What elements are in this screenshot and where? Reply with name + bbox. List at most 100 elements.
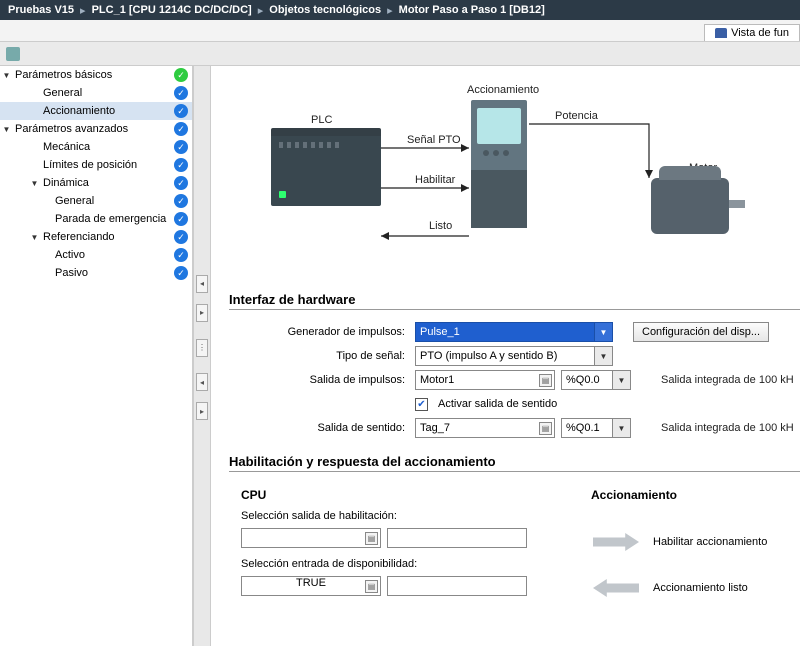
enable-output-tag-input[interactable]: ▤ xyxy=(241,528,381,548)
enable-section-title: Habilitación y respuesta del accionamien… xyxy=(229,452,800,472)
crumb-db[interactable]: Motor Paso a Paso 1 [DB12] xyxy=(399,4,545,16)
tab-row: Vista de fun xyxy=(0,20,800,42)
toolbar xyxy=(0,42,800,66)
tree-toggle-icon xyxy=(42,215,51,224)
splitter-expand-icon[interactable]: ▸ xyxy=(196,304,208,322)
dir-output-checkbox[interactable]: ✔ xyxy=(415,398,428,411)
status-done-icon: ✓ xyxy=(174,140,188,154)
tree-toggle-icon xyxy=(42,251,51,260)
signal-type-label: Tipo de señal: xyxy=(229,350,409,362)
tree-item-activo[interactable]: Activo✓ xyxy=(0,246,192,264)
pulse-out-note: Salida integrada de 100 kH xyxy=(661,374,794,386)
tab-icon xyxy=(715,28,727,38)
tag-picker-icon[interactable]: ▤ xyxy=(365,532,378,545)
ready-input-label: Selección entrada de disponibilidad: xyxy=(241,558,559,570)
tree-item-label: Mecánica xyxy=(43,141,174,153)
tree-toggle-icon: ▼ xyxy=(2,125,11,134)
dir-output-check-label: Activar salida de sentido xyxy=(438,398,557,410)
tree-toggle-icon: ▼ xyxy=(2,71,11,80)
tree-item-din-mica[interactable]: ▼ Dinámica✓ xyxy=(0,174,192,192)
status-done-icon: ✓ xyxy=(174,122,188,136)
tree-item-label: Dinámica xyxy=(43,177,174,189)
tree-item-pasivo[interactable]: Pasivo✓ xyxy=(0,264,192,282)
drive-diagram: PLC Accionamiento Potencia Motor Señal P… xyxy=(229,78,789,278)
pulse-out-tag-input[interactable]: Motor1▤ xyxy=(415,370,555,390)
tab-label: Vista de fun xyxy=(731,27,789,39)
splitter-expand2-icon[interactable]: ▸ xyxy=(196,402,208,420)
ready-input-addr-input[interactable] xyxy=(387,576,527,596)
tree-toggle-icon xyxy=(30,143,39,152)
chevron-down-icon: ▼ xyxy=(612,371,630,389)
pulse-out-label: Salida de impulsos: xyxy=(229,374,409,386)
chevron-down-icon: ▼ xyxy=(594,323,612,341)
status-ok-icon: ✓ xyxy=(174,68,188,82)
content-area: PLC Accionamiento Potencia Motor Señal P… xyxy=(211,66,800,646)
tree-item-label: Parada de emergencia xyxy=(55,213,174,225)
status-done-icon: ✓ xyxy=(174,266,188,280)
tree-item-par-metros-avanzados[interactable]: ▼ Parámetros avanzados✓ xyxy=(0,120,192,138)
tree-toggle-icon: ▼ xyxy=(30,179,39,188)
tree-item-general[interactable]: General✓ xyxy=(0,192,192,210)
tree-item-label: Límites de posición xyxy=(43,159,174,171)
splitter-grip-icon[interactable]: ⋮ xyxy=(196,339,208,357)
tree-item-label: Parámetros básicos xyxy=(15,69,174,81)
tree-toggle-icon xyxy=(42,269,51,278)
tree-item-label: Referenciando xyxy=(43,231,174,243)
tree-toggle-icon xyxy=(42,197,51,206)
tree-toggle-icon xyxy=(30,107,39,116)
status-done-icon: ✓ xyxy=(174,230,188,244)
splitter-collapse-icon[interactable]: ◂ xyxy=(196,275,208,293)
tree-item-label: Parámetros avanzados xyxy=(15,123,174,135)
tree-item-label: General xyxy=(55,195,174,207)
chevron-down-icon: ▼ xyxy=(594,347,612,365)
status-done-icon: ✓ xyxy=(174,194,188,208)
tree-item-label: Activo xyxy=(55,249,174,261)
tree-toggle-icon xyxy=(30,89,39,98)
enable-output-label: Selección salida de habilitación: xyxy=(241,510,559,522)
toolbar-icon-1[interactable] xyxy=(6,47,20,61)
tag-picker-icon[interactable]: ▤ xyxy=(539,422,552,435)
hw-section-title: Interfaz de hardware xyxy=(229,290,800,310)
ready-input-tag-input[interactable]: TRUE▤ xyxy=(241,576,381,596)
splitter-collapse2-icon[interactable]: ◂ xyxy=(196,373,208,391)
tree-item-mec-nica[interactable]: Mecánica✓ xyxy=(0,138,192,156)
tab-function-view[interactable]: Vista de fun xyxy=(704,24,800,41)
tree-item-accionamiento[interactable]: Accionamiento✓ xyxy=(0,102,192,120)
status-done-icon: ✓ xyxy=(174,248,188,262)
dir-out-note: Salida integrada de 100 kH xyxy=(661,422,794,434)
dir-out-label: Salida de sentido: xyxy=(229,422,409,434)
tree-item-par-metros-b-sicos[interactable]: ▼ Parámetros básicos✓ xyxy=(0,66,192,84)
dir-out-addr-select[interactable]: %Q0.1▼ xyxy=(561,418,631,438)
tree-item-referenciando[interactable]: ▼ Referenciando✓ xyxy=(0,228,192,246)
tree-item-parada-de-emergencia[interactable]: Parada de emergencia✓ xyxy=(0,210,192,228)
status-done-icon: ✓ xyxy=(174,104,188,118)
crumb-techobj[interactable]: Objetos tecnológicos xyxy=(269,4,381,16)
signal-type-select[interactable]: PTO (impulso A y sentido B)▼ xyxy=(415,346,613,366)
pulse-gen-label: Generador de impulsos: xyxy=(229,326,409,338)
drive-header: Accionamiento xyxy=(591,488,800,502)
dir-out-tag-input[interactable]: Tag_7▤ xyxy=(415,418,555,438)
cpu-header: CPU xyxy=(241,488,559,502)
status-done-icon: ✓ xyxy=(174,86,188,100)
nav-tree[interactable]: ▼Parámetros básicos✓General✓Accionamient… xyxy=(0,66,193,646)
status-done-icon: ✓ xyxy=(174,212,188,226)
device-config-button[interactable]: Configuración del disp... xyxy=(633,322,769,342)
status-done-icon: ✓ xyxy=(174,158,188,172)
tag-picker-icon[interactable]: ▤ xyxy=(365,580,378,593)
tree-toggle-icon xyxy=(30,161,39,170)
tree-toggle-icon: ▼ xyxy=(30,233,39,242)
tree-item-label: Pasivo xyxy=(55,267,174,279)
tree-item-label: General xyxy=(43,87,174,99)
pulse-out-addr-select[interactable]: %Q0.0▼ xyxy=(561,370,631,390)
pulse-generator-select[interactable]: Pulse_1▼ xyxy=(415,322,613,342)
status-done-icon: ✓ xyxy=(174,176,188,190)
splitter[interactable]: ◂ ▸ ⋮ ◂ ▸ xyxy=(193,66,211,646)
tree-item-general[interactable]: General✓ xyxy=(0,84,192,102)
enable-output-addr-input[interactable] xyxy=(387,528,527,548)
chevron-down-icon: ▼ xyxy=(612,419,630,437)
tree-item-l-mites-de-posici-n[interactable]: Límites de posición✓ xyxy=(0,156,192,174)
crumb-project[interactable]: Pruebas V15 xyxy=(8,4,74,16)
crumb-plc[interactable]: PLC_1 [CPU 1214C DC/DC/DC] xyxy=(92,4,252,16)
tag-picker-icon[interactable]: ▤ xyxy=(539,374,552,387)
breadcrumb[interactable]: Pruebas V15 ▸ PLC_1 [CPU 1214C DC/DC/DC]… xyxy=(0,0,800,20)
